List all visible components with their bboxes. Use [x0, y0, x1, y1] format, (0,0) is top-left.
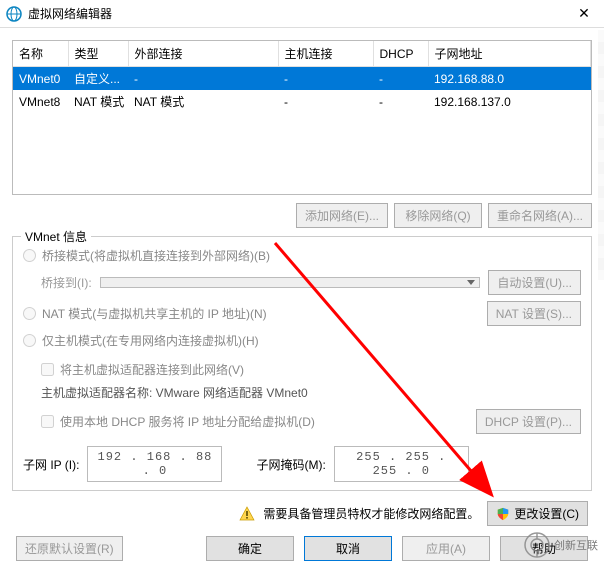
app-icon — [6, 6, 22, 22]
rename-network-button: 重命名网络(A)... — [488, 203, 592, 228]
table-row[interactable]: VMnet0自定义...---192.168.88.0 — [13, 67, 591, 91]
dhcp-check: 使用本地 DHCP 服务将 IP 地址分配给虚拟机(D) DHCP 设置(P).… — [23, 409, 581, 434]
apply-button: 应用(A) — [402, 536, 490, 561]
add-network-button: 添加网络(E)... — [296, 203, 388, 228]
remove-network-button: 移除网络(Q) — [394, 203, 482, 228]
host-adapter-checkbox — [41, 363, 54, 376]
bridge-to-label: 桥接到(I): — [41, 274, 92, 291]
close-button[interactable]: ✕ — [564, 0, 604, 28]
col-dhcp[interactable]: DHCP — [373, 41, 428, 67]
col-subnet[interactable]: 子网地址 — [428, 41, 591, 67]
ok-button[interactable]: 确定 — [206, 536, 294, 561]
col-type[interactable]: 类型 — [68, 41, 128, 67]
window-title: 虚拟网络编辑器 — [28, 5, 564, 22]
bridge-mode-radio: 桥接模式(将虚拟机直接连接到外部网络)(B) — [23, 247, 581, 264]
shield-icon — [496, 507, 510, 521]
table-row[interactable]: VMnet8NAT 模式NAT 模式--192.168.137.0 — [13, 90, 591, 113]
col-host[interactable]: 主机连接 — [278, 41, 373, 67]
admin-note: 需要具备管理员特权才能修改网络配置。 — [263, 505, 479, 522]
host-adapter-name: 主机虚拟适配器名称: VMware 网络适配器 VMnet0 — [23, 384, 581, 401]
subnet-mask-label: 子网掩码(M): — [256, 456, 325, 473]
vmnet-info-group: VMnet 信息 桥接模式(将虚拟机直接连接到外部网络)(B) 桥接到(I): … — [12, 236, 592, 491]
bridge-radio-input — [23, 249, 36, 262]
hostonly-mode-radio: 仅主机模式(在专用网络内连接虚拟机)(H) — [23, 332, 581, 349]
hostonly-radio-input — [23, 334, 36, 347]
dhcp-checkbox — [41, 415, 54, 428]
nat-mode-radio: NAT 模式(与虚拟机共享主机的 IP 地址)(N) NAT 设置(S)... — [23, 301, 581, 326]
auto-settings-button: 自动设置(U)... — [488, 270, 581, 295]
table-header-row: 名称 类型 外部连接 主机连接 DHCP 子网地址 — [13, 41, 591, 67]
subnet-ip-input: 192 . 168 . 88 . 0 — [87, 446, 222, 482]
warning-icon — [239, 506, 255, 522]
host-adapter-check: 将主机虚拟适配器连接到此网络(V) — [23, 361, 581, 378]
col-name[interactable]: 名称 — [13, 41, 68, 67]
bridge-to-dropdown — [100, 277, 481, 288]
cancel-button[interactable]: 取消 — [304, 536, 392, 561]
vmnet-info-title: VMnet 信息 — [21, 228, 91, 245]
nat-radio-input — [23, 307, 36, 320]
nat-settings-button: NAT 设置(S)... — [487, 301, 581, 326]
titlebar: 虚拟网络编辑器 ✕ — [0, 0, 604, 28]
network-table[interactable]: 名称 类型 外部连接 主机连接 DHCP 子网地址 VMnet0自定义...--… — [12, 40, 592, 195]
help-button[interactable]: 帮助 — [500, 536, 588, 561]
chevron-down-icon — [467, 280, 475, 285]
dhcp-settings-button: DHCP 设置(P)... — [476, 409, 581, 434]
occluded-region — [598, 30, 604, 280]
change-settings-button[interactable]: 更改设置(C) — [487, 501, 588, 526]
col-ext[interactable]: 外部连接 — [128, 41, 278, 67]
subnet-mask-input: 255 . 255 . 255 . 0 — [334, 446, 469, 482]
subnet-ip-label: 子网 IP (I): — [23, 456, 79, 473]
restore-defaults-button: 还原默认设置(R) — [16, 536, 123, 561]
